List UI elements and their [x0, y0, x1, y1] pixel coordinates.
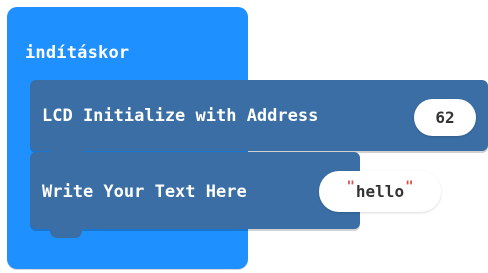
address-number-input[interactable]: 62	[414, 99, 476, 136]
write-text-block[interactable]: Write Your Text Here " hello "	[30, 152, 441, 229]
close-quote-mark: "	[405, 178, 414, 195]
block-connector-notch	[50, 228, 82, 238]
lcd-initialize-block[interactable]: LCD Initialize with Address 62	[30, 80, 488, 151]
write-text-label: Write Your Text Here	[42, 182, 247, 202]
address-value: 62	[435, 108, 455, 127]
on-start-label: indításkor	[25, 43, 130, 63]
open-quote-mark: "	[346, 178, 355, 195]
text-string-input[interactable]: " hello "	[319, 171, 441, 212]
lcd-initialize-label: LCD Initialize with Address	[42, 106, 319, 126]
text-value: hello	[355, 182, 405, 201]
